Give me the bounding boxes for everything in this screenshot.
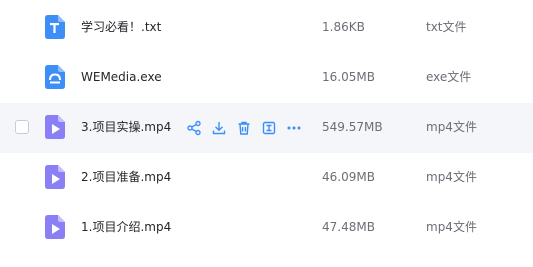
details-icon[interactable] [260, 119, 278, 137]
file-row-mp4[interactable]: 1.项目介绍.mp4 47.48MB mp4文件 [0, 203, 533, 253]
file-name[interactable]: 3.项目实操.mp4 [81, 119, 171, 135]
delete-icon[interactable] [235, 119, 253, 137]
exe-file-icon [45, 65, 65, 89]
file-name[interactable]: 2.项目准备.mp4 [81, 169, 171, 185]
video-file-icon [45, 215, 65, 239]
file-type: mp4文件 [426, 170, 477, 184]
file-size: 549.57MB [322, 120, 383, 134]
file-name[interactable]: 1.项目介绍.mp4 [81, 219, 171, 235]
video-file-icon [45, 165, 65, 189]
file-type: exe文件 [426, 70, 472, 84]
file-list: 学习必看！.txt 1.86KB txt文件 WEMedia.exe 16.05… [0, 0, 533, 267]
video-file-icon [45, 115, 65, 139]
select-checkbox[interactable] [15, 120, 29, 134]
file-size: 47.48MB [322, 220, 375, 234]
file-type: mp4文件 [426, 220, 477, 234]
share-icon[interactable] [185, 119, 203, 137]
file-row-txt[interactable]: 学习必看！.txt 1.86KB txt文件 [0, 3, 533, 53]
file-name[interactable]: WEMedia.exe [81, 69, 162, 85]
file-type: mp4文件 [426, 120, 477, 134]
file-size: 1.86KB [322, 20, 365, 34]
file-name[interactable]: 学习必看！.txt [81, 19, 161, 35]
file-row-mp4-hovered[interactable]: 3.项目实操.mp4 549.57MB mp4文件 [0, 103, 533, 153]
download-icon[interactable] [210, 119, 228, 137]
txt-file-icon [45, 15, 65, 39]
more-icon[interactable] [285, 119, 303, 137]
file-size: 46.09MB [322, 170, 375, 184]
file-row-exe[interactable]: WEMedia.exe 16.05MB exe文件 [0, 53, 533, 103]
file-size: 16.05MB [322, 70, 375, 84]
file-row-mp4[interactable]: 2.项目准备.mp4 46.09MB mp4文件 [0, 153, 533, 203]
file-type: txt文件 [426, 20, 467, 34]
row-actions [185, 119, 310, 137]
